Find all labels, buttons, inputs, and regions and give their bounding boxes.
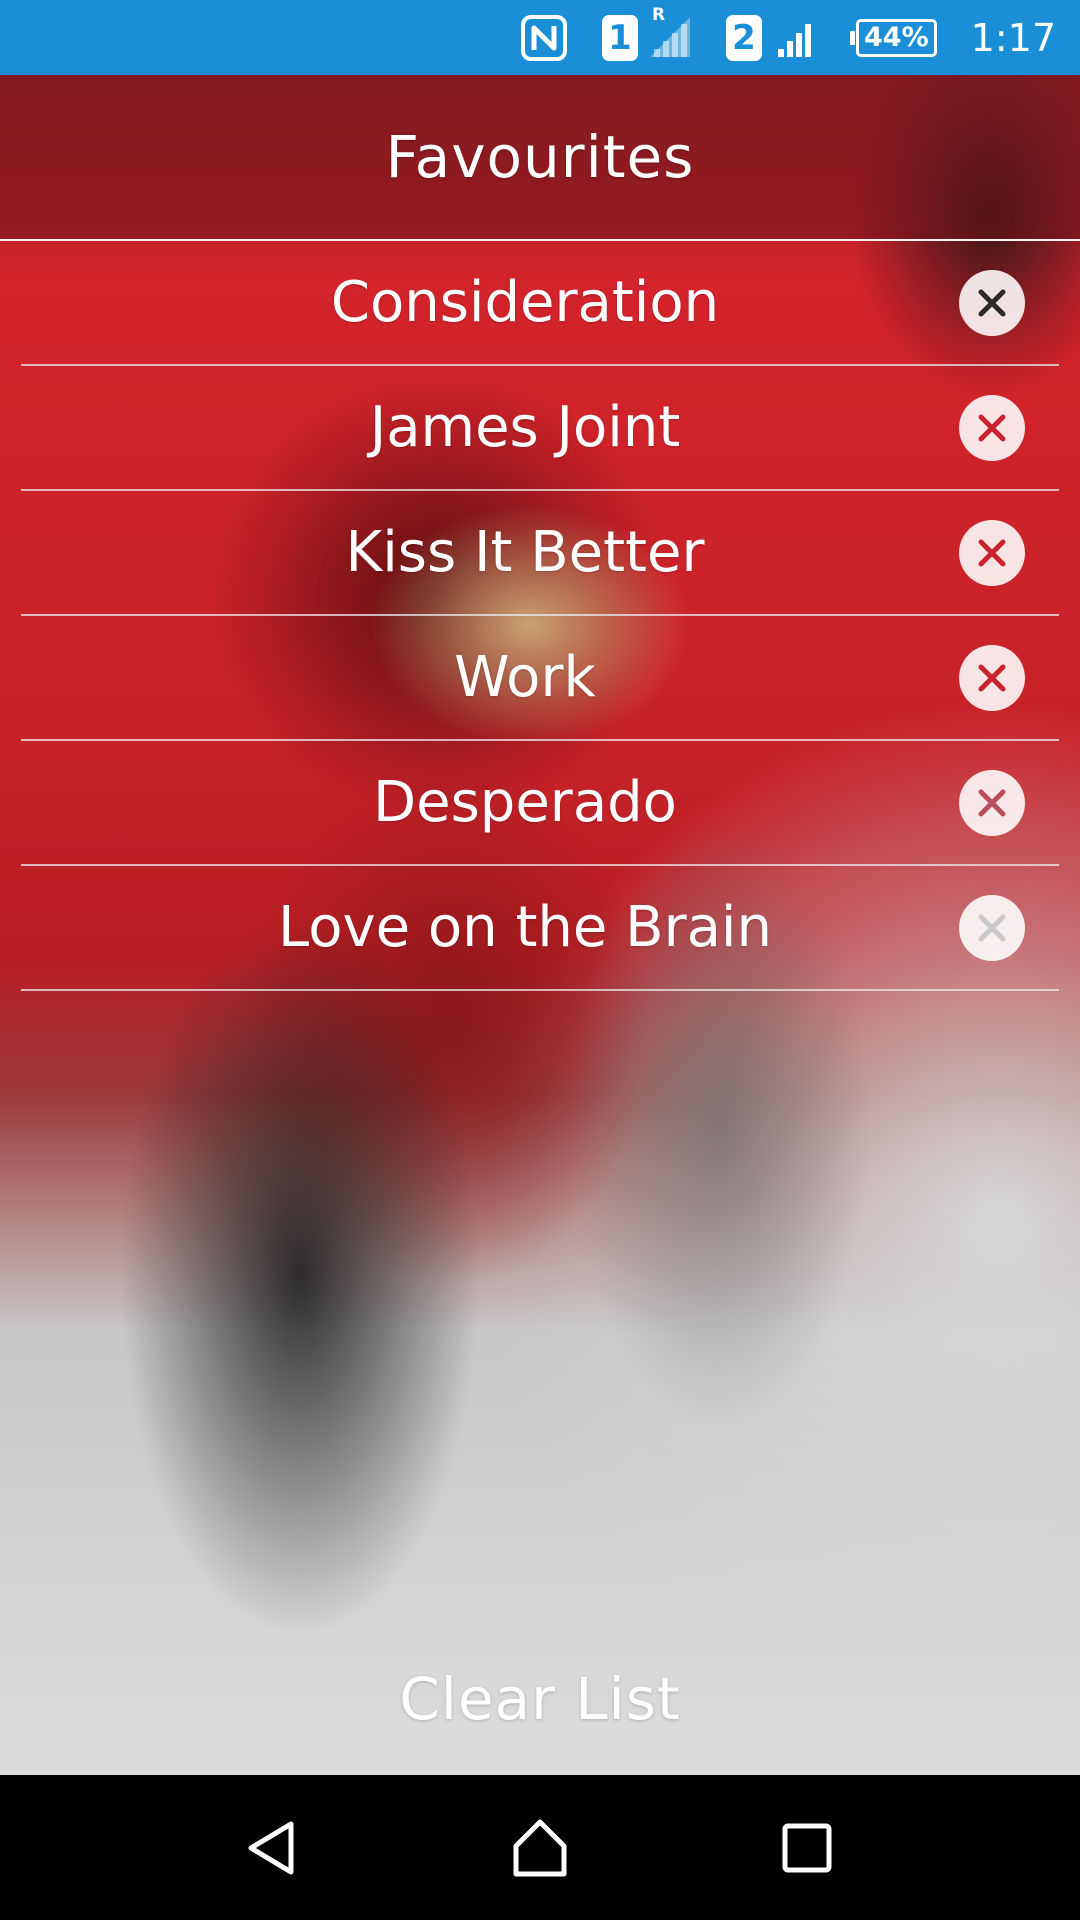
remove-button[interactable] (959, 269, 1025, 336)
signal-roaming-icon: R (646, 5, 692, 63)
home-button[interactable] (495, 1803, 585, 1893)
clock: 1:17 (970, 15, 1056, 60)
sim-1-group: 1 R (602, 5, 692, 63)
song-title: Kiss It Better (345, 520, 705, 585)
favourites-list: Consideration James Joint Kiss It Better (21, 241, 1059, 991)
list-item[interactable]: Desperado (21, 741, 1059, 866)
sim-2-group: 2 (726, 13, 816, 63)
list-item[interactable]: Consideration (21, 241, 1059, 366)
navigation-bar (0, 1775, 1080, 1920)
close-icon (978, 289, 1006, 316)
song-title: Love on the Brain (278, 895, 772, 960)
song-title: Consideration (330, 270, 720, 335)
home-icon (513, 1819, 567, 1876)
sim-2-icon: 2 (726, 14, 763, 61)
close-icon (978, 414, 1006, 441)
close-icon (978, 789, 1006, 816)
list-item[interactable]: Love on the Brain (21, 866, 1059, 991)
battery-icon: 44% (850, 18, 937, 57)
remove-button[interactable] (959, 894, 1025, 961)
song-title: Work (454, 645, 596, 710)
sim-1-icon: 1 (602, 14, 639, 61)
clear-list-button[interactable]: Clear List (0, 1665, 1080, 1733)
recents-square-icon (782, 1823, 832, 1872)
close-icon (978, 914, 1006, 941)
recents-button[interactable] (762, 1803, 852, 1893)
app-area: Favourites Consideration James Joint Kis… (0, 75, 1080, 1775)
status-bar: 1 R 2 44% 1:17 (0, 0, 1080, 75)
close-icon (978, 664, 1006, 691)
list-item[interactable]: James Joint (21, 366, 1059, 491)
screen: 1 R 2 44% 1:17 Favourites Consideration … (0, 0, 1080, 1920)
song-title: Desperado (373, 770, 677, 835)
header: Favourites (0, 75, 1080, 241)
roaming-flag: R (652, 4, 666, 25)
page-title: Favourites (385, 123, 695, 191)
battery-percent: 44% (856, 18, 937, 57)
song-title: James Joint (369, 395, 681, 460)
remove-button[interactable] (959, 644, 1025, 711)
close-icon (978, 539, 1006, 566)
battery-tip (850, 30, 856, 45)
back-triangle-icon (248, 1821, 294, 1874)
remove-button[interactable] (959, 519, 1025, 586)
list-item[interactable]: Kiss It Better (21, 491, 1059, 616)
remove-button[interactable] (959, 769, 1025, 836)
remove-button[interactable] (959, 394, 1025, 461)
back-button[interactable] (228, 1803, 318, 1893)
list-item[interactable]: Work (21, 616, 1059, 741)
signal-icon (770, 13, 816, 63)
nfc-icon (520, 14, 568, 62)
